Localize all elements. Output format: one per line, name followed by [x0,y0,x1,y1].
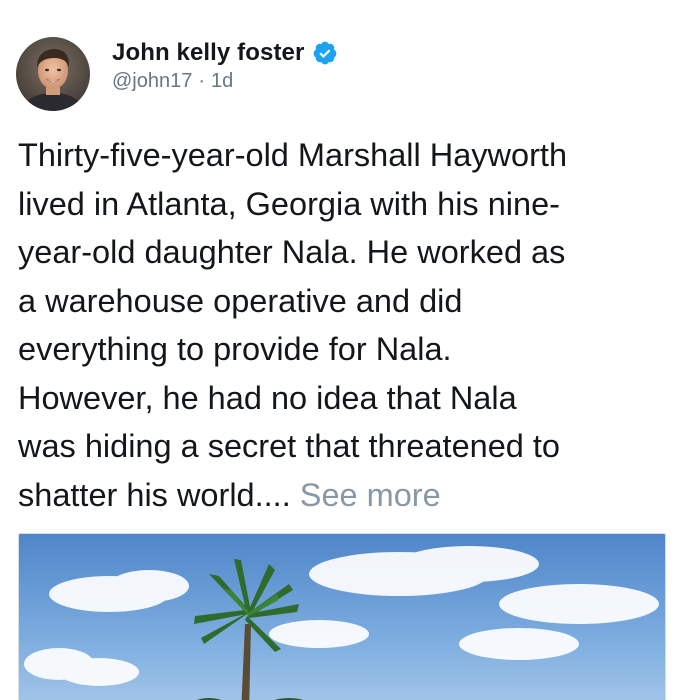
author-handle[interactable]: @john17 [112,70,192,93]
tweet-photo[interactable] [18,533,666,700]
tweet-timestamp[interactable]: 1d [211,70,233,93]
tweet-line: a warehouse operative and did [18,282,463,319]
tweet-line: shatter his world.... [18,476,291,513]
author-meta: @john17 · 1d [112,70,233,93]
author-name[interactable]: John kelly foster [112,39,304,67]
tweet-line: lived in Atlanta, Georgia with his nine- [18,185,560,222]
tweet-line: everything to provide for Nala. [18,331,452,367]
author-name-row: John kelly foster [112,36,338,70]
tweet-card: John kelly foster @john17 · 1d Thirty-fi… [0,0,700,700]
tweet-text: Thirty-five-year-old Marshall Hayworth l… [18,131,690,519]
see-more-link[interactable]: See more [300,477,441,513]
tweet-line: However, he had no idea that Nala [18,379,517,416]
tweet-line: was hiding a secret that threatened to [18,428,561,464]
meta-separator: · [198,70,206,92]
tweet-last-line: shatter his world.... See more [18,471,690,520]
tweet-line: year-old daughter Nala. He worked as [18,234,566,270]
tweet-line: Thirty-five-year-old Marshall Hayworth [18,137,568,173]
avatar[interactable] [16,37,90,111]
verified-badge-icon [312,40,338,66]
